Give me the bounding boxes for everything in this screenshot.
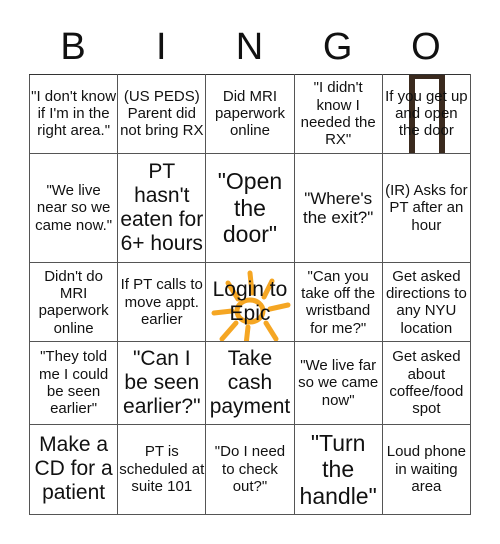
bingo-cell[interactable]: Did MRI paperwork online (205, 74, 295, 154)
cell-text: If you get up and open the door (385, 87, 468, 140)
cell-text: "I don't know if I'm in the right area." (31, 87, 117, 140)
bingo-cell[interactable]: Make a CD for a patient (28, 423, 119, 516)
bingo-cell[interactable]: "Turn the handle" (293, 423, 383, 516)
cell-text: "Open the door" (217, 168, 283, 248)
cell-text: "Do I need to check out?" (214, 443, 286, 495)
bingo-cell[interactable]: "Do I need to check out?" (205, 423, 295, 516)
header-letter-n: N (235, 26, 264, 68)
bingo-card: "I don't know if I'm in the right area."… (28, 74, 472, 516)
bingo-row: "We live near so we came now." PT hasn't… (28, 152, 472, 264)
bingo-cell[interactable]: Get asked about coffee/food spot (381, 341, 472, 425)
header-letter-g: G (322, 26, 353, 68)
bingo-row: "They told me I could be seen earlier" "… (28, 341, 472, 425)
bingo-cell[interactable]: "Can you take off the wristband for me?" (293, 262, 383, 343)
cell-text: PT is scheduled at suite 101 (119, 443, 205, 495)
header-letter-b: B (60, 26, 86, 68)
cell-text: Take cash payment (209, 346, 291, 418)
free-space-cell[interactable]: Login to Epic (205, 262, 295, 343)
header-letter-i: I (156, 26, 167, 68)
cell-text: "Turn the handle" (299, 429, 377, 509)
bingo-cell[interactable]: (US PEDS) Parent did not bring RX (117, 74, 207, 154)
cell-text: Login to Epic (212, 278, 288, 326)
cell-text: "Where's the exit?" (303, 188, 374, 228)
bingo-cell[interactable]: "Can I be seen earlier?" (117, 341, 207, 425)
bingo-cell[interactable]: PT is scheduled at suite 101 (117, 423, 207, 516)
bingo-cell[interactable]: If PT calls to move appt. earlier (117, 262, 207, 343)
cell-text: "We live far so we came now" (298, 357, 379, 409)
cell-text: Get asked about coffee/food spot (389, 348, 464, 418)
cell-text: Loud phone in waiting area (386, 443, 466, 495)
bingo-cell[interactable]: If you get up and open the door (381, 74, 472, 154)
bingo-cell[interactable]: Loud phone in waiting area (381, 423, 472, 516)
bingo-cell[interactable]: Get asked directions to any NYU location (381, 262, 472, 343)
cell-text: "Can I be seen earlier?" (123, 346, 201, 418)
bingo-header: B I N G O (29, 22, 470, 72)
bingo-row: Didn't do MRI paperwork online If PT cal… (28, 262, 472, 343)
header-letter-o: O (411, 26, 441, 68)
bingo-cell[interactable]: "We live near so we came now." (28, 152, 119, 264)
cell-text: "I didn't know I needed the RX" (300, 79, 376, 149)
bingo-cell[interactable]: "Open the door" (205, 152, 295, 264)
bingo-cell[interactable]: Take cash payment (205, 341, 295, 425)
bingo-cell[interactable]: "Where's the exit?" (293, 152, 383, 264)
bingo-row: Make a CD for a patient PT is scheduled … (28, 423, 472, 516)
bingo-cell[interactable]: PT hasn't eaten for 6+ hours (117, 152, 207, 264)
cell-text: "They told me I could be seen earlier" (38, 348, 109, 418)
cell-text: (IR) Asks for PT after an hour (385, 182, 468, 234)
bingo-row: "I don't know if I'm in the right area."… (28, 74, 472, 154)
bingo-cell[interactable]: "I don't know if I'm in the right area." (28, 74, 119, 154)
bingo-cell[interactable]: Didn't do MRI paperwork online (28, 262, 119, 343)
cell-text: If PT calls to move appt. earlier (120, 276, 203, 328)
cell-text: PT hasn't eaten for 6+ hours (120, 159, 204, 256)
bingo-cell[interactable]: "We live far so we came now" (293, 341, 383, 425)
cell-text: Did MRI paperwork online (214, 87, 285, 140)
cell-text: (US PEDS) Parent did not bring RX (120, 87, 204, 140)
bingo-cell[interactable]: (IR) Asks for PT after an hour (381, 152, 472, 264)
cell-text: Get asked directions to any NYU location (385, 267, 467, 337)
bingo-cell[interactable]: "I didn't know I needed the RX" (293, 74, 383, 154)
bingo-cell[interactable]: "They told me I could be seen earlier" (28, 341, 119, 425)
cell-text: Make a CD for a patient (34, 433, 113, 505)
cell-text: "We live near so we came now." (35, 182, 113, 234)
cell-text: Didn't do MRI paperwork online (38, 267, 109, 337)
cell-text: "Can you take off the wristband for me?" (301, 267, 376, 337)
